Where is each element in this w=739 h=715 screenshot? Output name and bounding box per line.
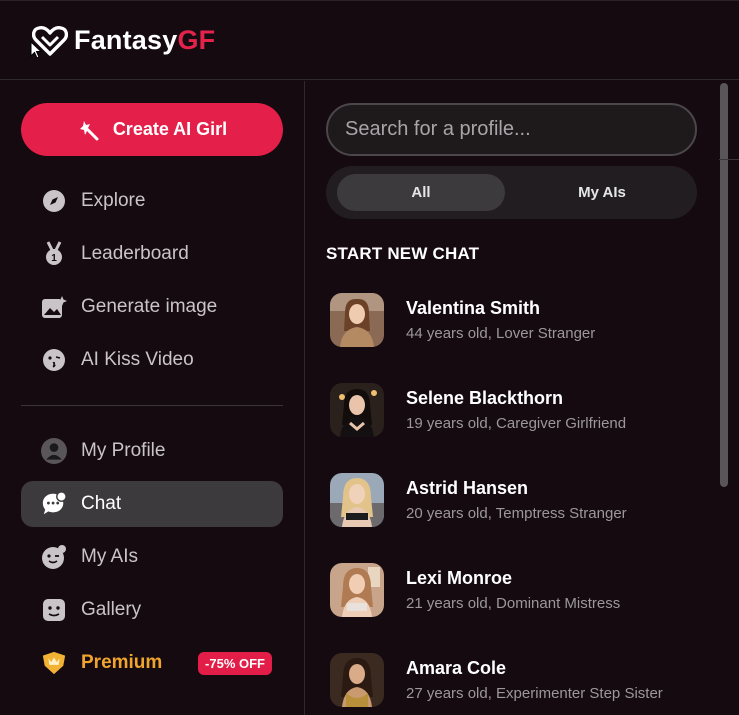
chat-list-item[interactable]: Valentina Smith 44 years old, Lover Stra… xyxy=(330,292,710,348)
chat-name: Amara Cole xyxy=(406,658,507,678)
sidebar-item-leaderboard[interactable]: 1 Leaderboard xyxy=(21,231,283,277)
chat-description: 27 years old, Experimenter Step Sister xyxy=(406,685,663,702)
section-title: START NEW CHAT xyxy=(326,244,480,263)
profile-avatar xyxy=(330,383,384,437)
search-box[interactable] xyxy=(326,103,697,156)
magic-wand-icon xyxy=(79,120,99,140)
profile-avatar xyxy=(330,563,384,617)
chat-name: Selene Blackthorn xyxy=(406,388,564,408)
chat-name: Astrid Hansen xyxy=(406,478,529,498)
sidebar-item-label: AI Kiss Video xyxy=(81,349,194,370)
sidebar-item-label: My Profile xyxy=(81,440,166,461)
chat-bubble-icon xyxy=(41,491,67,517)
kiss-face-icon xyxy=(41,347,67,373)
mouse-cursor-icon xyxy=(30,41,42,59)
profile-avatar xyxy=(330,653,384,707)
sidebar-item-my-profile[interactable]: My Profile xyxy=(21,428,283,474)
crown-shield-icon xyxy=(41,650,67,676)
filter-tabs: All My AIs xyxy=(326,166,697,219)
chat-description: 44 years old, Lover Stranger xyxy=(406,325,596,342)
scrollbar-thumb[interactable] xyxy=(720,83,728,487)
chat-name: Valentina Smith xyxy=(406,298,541,318)
chat-list-item[interactable]: Selene Blackthorn 19 years old, Caregive… xyxy=(330,382,710,438)
brand-logo[interactable]: FantasyGF xyxy=(32,25,215,56)
sidebar-item-ai-kiss-video[interactable]: AI Kiss Video xyxy=(21,337,283,383)
sidebar-item-label: My AIs xyxy=(81,546,139,567)
medal-icon: 1 xyxy=(41,241,67,267)
chat-list-item[interactable]: Amara Cole 27 years old, Experimenter St… xyxy=(330,652,710,708)
panel-edge-divider xyxy=(719,159,739,160)
create-button-label: Create AI Girl xyxy=(112,119,228,139)
sidebar-item-generate-image[interactable]: Generate image xyxy=(21,284,283,330)
sidebar-item-label: Premium xyxy=(81,652,163,673)
sidebar-item-label: Explore xyxy=(81,190,146,211)
search-input[interactable] xyxy=(345,118,695,141)
sidebar-item-label: Leaderboard xyxy=(81,243,189,264)
sidebar-item-label: Gallery xyxy=(81,599,142,620)
sidebar-item-premium[interactable]: Premium -75% OFF xyxy=(21,640,283,686)
compass-icon xyxy=(41,188,67,214)
chat-description: 21 years old, Dominant Mistress xyxy=(406,595,621,612)
image-sparkle-icon xyxy=(41,294,67,320)
profile-avatar xyxy=(330,473,384,527)
chat-list-item[interactable]: Lexi Monroe 21 years old, Dominant Mistr… xyxy=(330,562,710,618)
sidebar-item-explore[interactable]: Explore xyxy=(21,178,283,224)
sidebar: Create AI Girl Explore 1 Leaderboard Gen… xyxy=(0,81,305,715)
sidebar-item-label: Chat xyxy=(81,493,122,514)
chat-list-item[interactable]: Astrid Hansen 20 years old, Temptress St… xyxy=(330,472,710,528)
top-header: FantasyGF xyxy=(0,1,739,80)
sidebar-item-label: Generate image xyxy=(81,296,218,317)
app-window: FantasyGF Create AI Girl Explore 1 Leade… xyxy=(0,0,739,715)
profile-avatar xyxy=(330,293,384,347)
chat-name: Lexi Monroe xyxy=(406,568,513,588)
svg-text:1: 1 xyxy=(51,253,57,264)
brand-name: FantasyGF xyxy=(74,25,216,55)
discount-badge: -75% OFF xyxy=(198,652,272,675)
sidebar-item-chat[interactable]: Chat xyxy=(21,481,283,527)
chat-description: 19 years old, Caregiver Girlfriend xyxy=(406,415,627,432)
sidebar-item-my-ais[interactable]: My AIs xyxy=(21,534,283,580)
user-avatar-icon xyxy=(41,438,67,464)
wink-face-icon xyxy=(41,544,67,570)
tab-all[interactable]: All xyxy=(337,174,505,211)
chat-description: 20 years old, Temptress Stranger xyxy=(406,505,627,522)
create-ai-girl-button[interactable]: Create AI Girl xyxy=(21,103,283,156)
main-panel: All My AIs START NEW CHAT Valentina Smit… xyxy=(306,81,739,715)
sidebar-item-gallery[interactable]: Gallery xyxy=(21,587,283,633)
tab-my-ais[interactable]: My AIs xyxy=(518,174,686,211)
sidebar-divider xyxy=(21,405,283,406)
gallery-face-icon xyxy=(41,597,67,623)
